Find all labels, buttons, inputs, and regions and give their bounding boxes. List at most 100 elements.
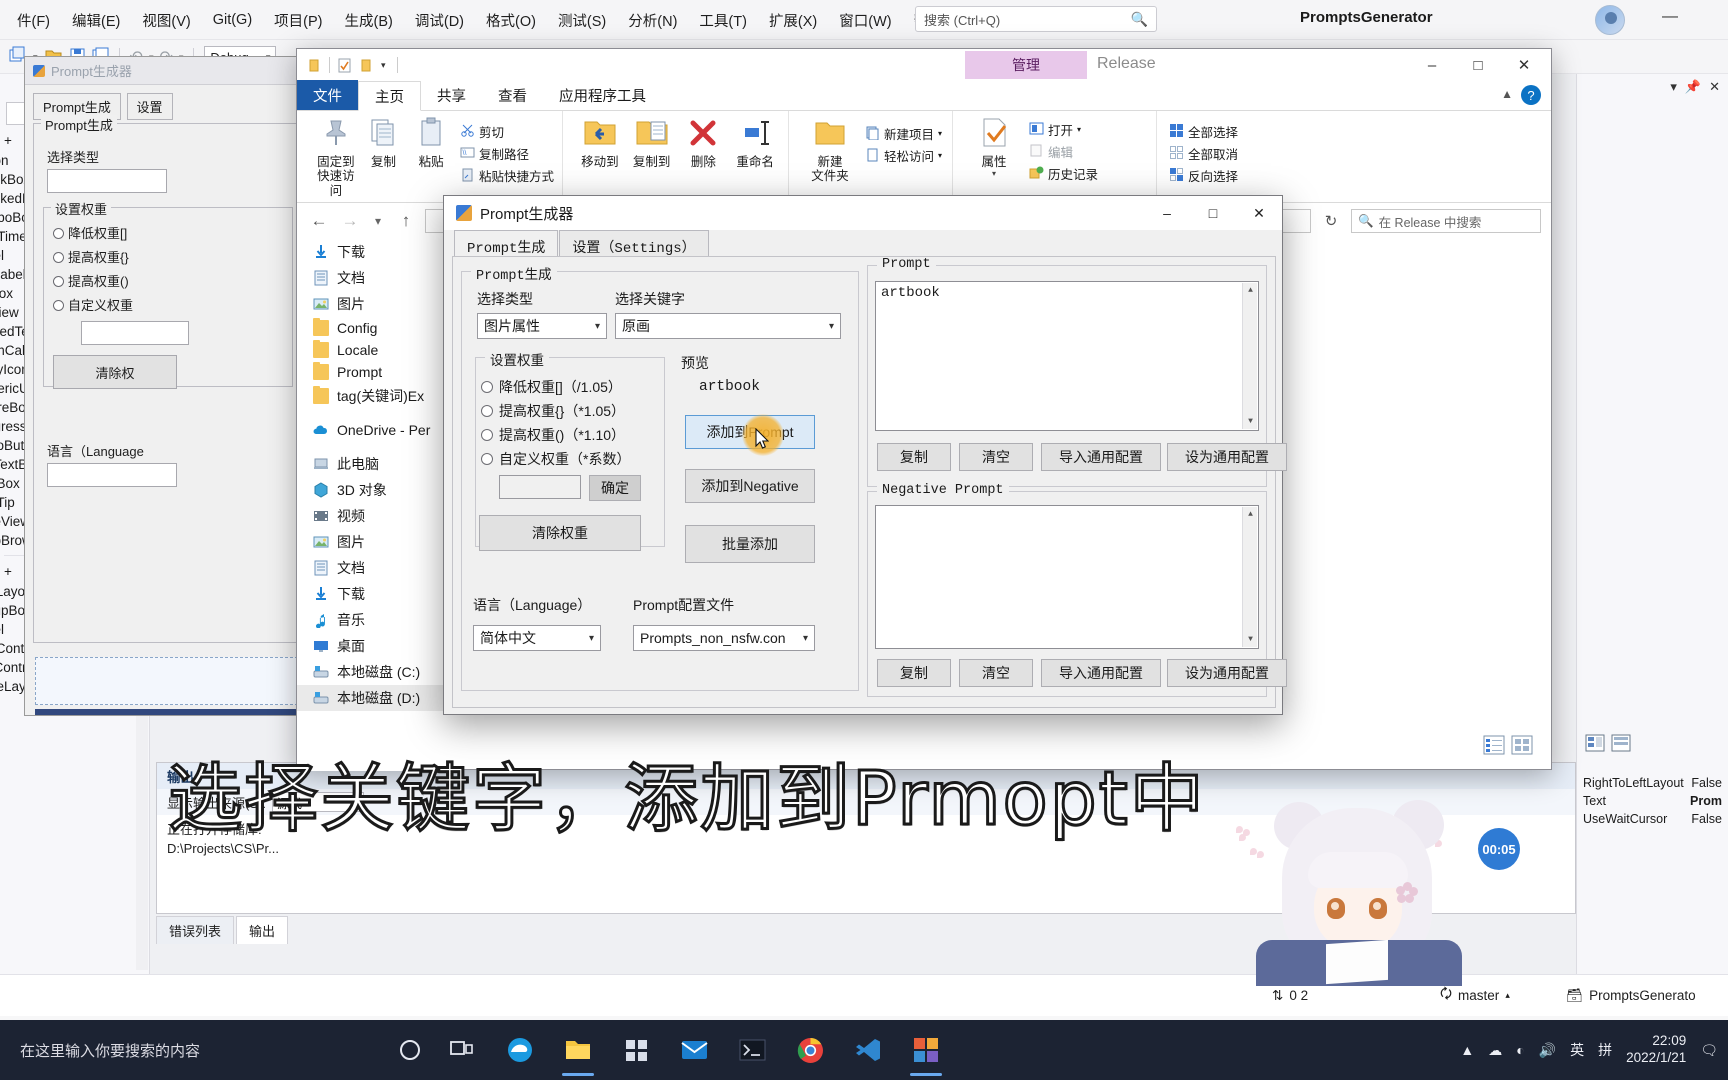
cortana-icon[interactable] [388,1028,432,1072]
input-custom-weight[interactable] [499,475,581,499]
rename-button[interactable]: 重命名 [730,116,780,169]
tab-share[interactable]: 共享 [421,80,482,110]
button-negative-import-config[interactable]: 导入通用配置 [1041,659,1161,687]
collapse-ribbon-icon[interactable]: ▲ [1501,87,1513,101]
tab-view[interactable]: 查看 [482,80,543,110]
select-none-button[interactable]: 全部取消 [1169,144,1293,163]
recent-locations-icon[interactable]: ▾ [369,214,387,228]
cut-button[interactable]: 剪切 [460,122,554,141]
nav-item-desktop[interactable]: 桌面 [297,633,447,659]
menu-view[interactable]: 视图(V) [131,5,201,36]
nav-item-disk-c[interactable]: 本地磁盘 (C:) [297,659,447,685]
details-view-icon[interactable] [1483,735,1505,758]
status-branch[interactable]: 🗘 master ▴ [1440,984,1510,1007]
maximize-icon[interactable]: □ [1455,49,1501,81]
clock[interactable]: 22:09 2022/1/21 [1626,1033,1686,1067]
textarea-negative-prompt[interactable]: ▲ ▼ [875,505,1259,649]
store-icon[interactable] [614,1028,658,1072]
nav-item-documents[interactable]: 文档 [297,265,447,291]
terminal-icon[interactable] [730,1028,774,1072]
nav-item-disk-d[interactable]: 本地磁盘 (D:) [297,685,447,711]
minimize-icon[interactable]: – [1144,196,1190,230]
file-explorer-icon[interactable] [556,1028,600,1076]
back-icon[interactable]: ← [307,211,331,231]
property-row[interactable]: Text Prom [1577,792,1728,810]
menu-format[interactable]: 格式(O) [475,5,547,36]
forward-icon[interactable]: → [338,211,362,231]
minimize-icon[interactable]: – [1409,49,1455,81]
explorer-search-input[interactable]: 🔍 在 Release 中搜索 [1351,209,1541,233]
volume-icon[interactable]: 🔊 [1539,1042,1556,1059]
button-negative-set-config[interactable]: 设为通用配置 [1167,659,1287,687]
button-add-to-negative[interactable]: 添加到Negative [685,469,815,503]
copy-path-button[interactable]: \\ 复制路径 [460,144,554,163]
close-icon[interactable]: ✕ [1236,196,1282,230]
status-repo[interactable]: 🗃 PromptsGenerato [1566,988,1696,1004]
move-to-button[interactable]: 移动到 [575,116,625,169]
button-negative-clear[interactable]: 清空 [959,659,1033,687]
button-prompt-clear[interactable]: 清空 [959,443,1033,471]
status-sync[interactable]: ⇅ 0 2 [1272,988,1308,1004]
nav-item-3d-objects[interactable]: 3D 对象 [297,477,447,503]
avatar[interactable] [1595,5,1625,35]
menu-test[interactable]: 测试(S) [547,5,617,36]
nav-item-onedrive[interactable]: OneDrive - Per [297,419,447,441]
paste-shortcut-button[interactable]: 粘贴快捷方式 [460,166,554,185]
chevron-down-icon[interactable]: ▾ [381,60,386,71]
nav-item-videos[interactable]: 视频 [297,503,447,529]
nav-item-downloads-pc[interactable]: 下载 [297,581,447,607]
designer-radio[interactable]: 自定义权重 [53,295,133,314]
chevron-up-icon[interactable]: ▲ [1460,1042,1474,1058]
menu-git[interactable]: Git(G) [202,7,263,33]
button-negative-copy[interactable]: 复制 [877,659,951,687]
task-view-icon[interactable] [440,1028,484,1072]
radio-increase-weight-paren[interactable]: 提高权重()（*1.10） [481,425,625,445]
new-item-button[interactable]: 新建项目 ▾ [865,124,942,143]
up-icon[interactable]: ↑ [394,211,418,231]
button-prompt-copy[interactable]: 复制 [877,443,951,471]
copy-to-button[interactable]: 复制到 [627,116,677,169]
menu-project[interactable]: 项目(P) [263,5,333,36]
delete-button[interactable]: 删除 [679,116,729,169]
pin-to-quick-access-button[interactable]: 固定到 快速访问 [313,116,359,198]
properties-button[interactable]: 属性 ▾ [965,116,1023,186]
combo-language[interactable]: 简体中文 ▾ [473,625,601,651]
designer-radio[interactable]: 提高权重{} [53,247,129,266]
radio-decrease-weight[interactable]: 降低权重[]（/1.05） [481,377,622,397]
vscode-icon[interactable] [846,1028,890,1072]
ime-mode-indicator[interactable]: 拼 [1598,1040,1612,1060]
menu-debug[interactable]: 调试(D) [404,5,475,36]
open-button[interactable]: 打开 ▾ [1029,120,1098,139]
nav-item-music[interactable]: 音乐 [297,607,447,633]
properties-categorized-icon[interactable] [1585,734,1605,755]
network-icon[interactable]: ◐ [1516,1042,1524,1058]
easy-access-button[interactable]: 轻松访问 ▾ [865,146,942,165]
large-icons-view-icon[interactable] [1511,735,1533,758]
select-all-button[interactable]: 全部选择 [1169,122,1293,141]
mail-icon[interactable] [672,1028,716,1072]
menu-tools[interactable]: 工具(T) [688,5,758,36]
menu-build[interactable]: 生成(B) [334,5,404,36]
onedrive-tray-icon[interactable]: ☁ [1488,1042,1502,1059]
nav-item-tag[interactable]: tag(关键词)Ex [297,383,447,409]
chevron-up-icon[interactable]: ▲ [1243,507,1258,522]
tab-app-tools[interactable]: 应用程序工具 [543,80,662,110]
paste-button[interactable]: 粘贴 [408,116,454,169]
copy-button[interactable]: 复制 [361,116,407,169]
chevron-up-icon[interactable]: ▲ [1243,283,1258,298]
textarea-prompt[interactable]: artbook ▲ ▼ [875,281,1259,431]
nav-item-pictures-pc[interactable]: 图片 [297,529,447,555]
chrome-icon[interactable] [788,1028,832,1072]
designer-tab[interactable]: 设置 [126,93,173,120]
close-icon[interactable]: ✕ [1709,79,1720,95]
combo-config-file[interactable]: Prompts_non_nsfw.con ▾ [633,625,815,651]
button-prompt-set-config[interactable]: 设为通用配置 [1167,443,1287,471]
nav-item-config[interactable]: Config [297,317,447,339]
chevron-down-icon[interactable]: ▾ [1670,79,1677,95]
minimize-icon[interactable]: — [1662,8,1678,26]
combo-select-type[interactable]: 图片属性 ▾ [477,313,607,339]
nav-item-downloads[interactable]: 下载 [297,239,447,265]
tab-file[interactable]: 文件 [297,80,358,110]
designer-clear-weight-button[interactable]: 清除权 [53,355,177,389]
properties-alphabetical-icon[interactable] [1611,734,1631,755]
